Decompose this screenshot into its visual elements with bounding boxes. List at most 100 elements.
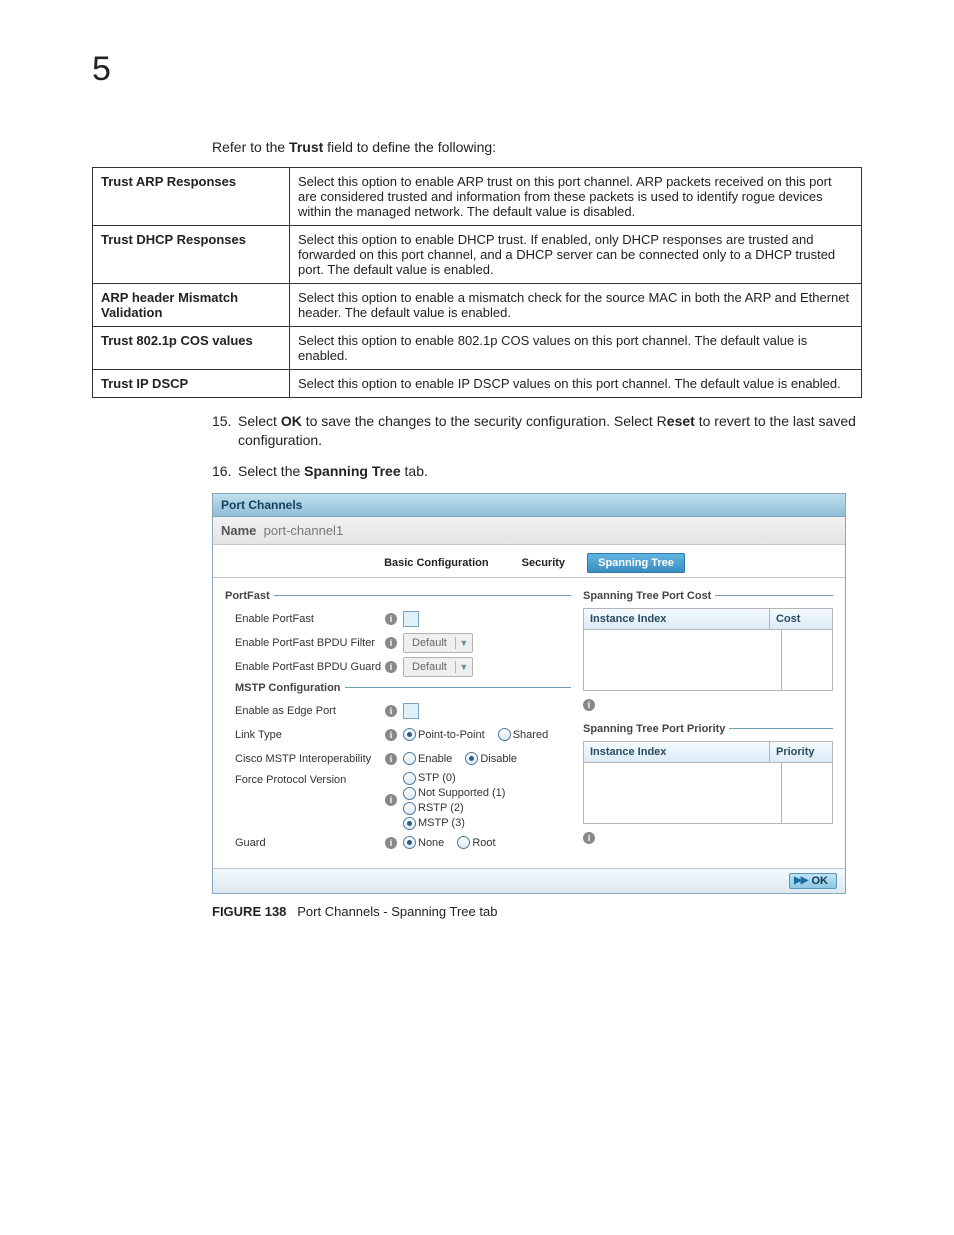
guard-none-radio[interactable]: [403, 836, 416, 849]
tab-spanning-tree[interactable]: Spanning Tree: [587, 553, 685, 573]
link-type-shared-radio[interactable]: [498, 728, 511, 741]
step-text: tab.: [401, 463, 428, 479]
field-label: Enable PortFast BPDU Guard: [235, 661, 385, 673]
cisco-interop-row: Cisco MSTP Interoperability i Enable Dis…: [235, 748, 571, 770]
tab-security[interactable]: Security: [511, 553, 576, 573]
trust-desc: Select this option to enable IP DSCP val…: [290, 370, 862, 398]
field-label: Enable as Edge Port: [235, 705, 385, 717]
panel-title: Port Channels: [213, 494, 845, 517]
guard-root-radio[interactable]: [457, 836, 470, 849]
step-bold: OK: [281, 413, 302, 429]
tab-row: Basic Configuration Security Spanning Tr…: [213, 545, 845, 578]
trust-desc: Select this option to enable 802.1p COS …: [290, 327, 862, 370]
info-icon[interactable]: i: [385, 753, 397, 765]
field-label: Cisco MSTP Interoperability: [235, 753, 385, 765]
tab-basic-configuration[interactable]: Basic Configuration: [373, 553, 500, 573]
edge-port-row: Enable as Edge Port i: [235, 700, 571, 722]
mstp-heading: MSTP Configuration: [235, 682, 571, 694]
intro-pre: Refer to the: [212, 139, 289, 155]
step-text: Select the: [238, 463, 304, 479]
table-row: Trust 802.1p COS values Select this opti…: [93, 327, 862, 370]
enable-portfast-checkbox[interactable]: [403, 611, 419, 627]
intro-bold: Trust: [289, 139, 323, 155]
ok-button[interactable]: ▶▶ OK: [789, 873, 837, 889]
field-label: Link Type: [235, 729, 385, 741]
radio-label: Enable: [418, 753, 452, 765]
trust-desc: Select this option to enable DHCP trust.…: [290, 226, 862, 284]
table-row: Trust DHCP Responses Select this option …: [93, 226, 862, 284]
trust-label: Trust 802.1p COS values: [93, 327, 290, 370]
trust-label: Trust IP DSCP: [93, 370, 290, 398]
step-text: Select: [238, 413, 281, 429]
step-bold: eset: [667, 413, 695, 429]
intro-line: Refer to the Trust field to define the f…: [212, 139, 862, 155]
forward-icon: ▶▶: [794, 875, 807, 886]
bpdu-guard-row: Enable PortFast BPDU Guard i Default ▼: [235, 656, 571, 678]
step-bold: Spanning Tree: [304, 463, 400, 479]
bpdu-filter-dropdown[interactable]: Default ▼: [403, 633, 473, 653]
column-header: Instance Index: [584, 609, 770, 629]
radio-label: Point-to-Point: [418, 729, 485, 741]
dropdown-value: Default: [404, 661, 456, 673]
radio-label: RSTP (2): [418, 802, 464, 814]
info-icon[interactable]: i: [385, 729, 397, 741]
step-list: 15. Select OK to save the changes to the…: [212, 412, 862, 481]
port-cost-heading: Spanning Tree Port Cost: [583, 590, 833, 602]
radio-label: Root: [472, 837, 495, 849]
radio-label: Not Supported (1): [418, 787, 505, 799]
trust-label: Trust ARP Responses: [93, 168, 290, 226]
info-icon[interactable]: i: [583, 699, 595, 711]
force-stp-radio[interactable]: [403, 772, 416, 785]
info-icon[interactable]: i: [583, 832, 595, 844]
trust-desc: Select this option to enable a mismatch …: [290, 284, 862, 327]
force-mstp-radio[interactable]: [403, 817, 416, 830]
edge-port-checkbox[interactable]: [403, 703, 419, 719]
chapter-number: 5: [92, 50, 862, 89]
figure-number: FIGURE 138: [212, 904, 286, 919]
step-text: to save the changes to the security conf…: [302, 413, 667, 429]
name-value: port-channel1: [260, 523, 343, 538]
info-icon[interactable]: i: [385, 661, 397, 673]
column-header: Priority: [770, 742, 832, 762]
section-label: PortFast: [225, 590, 270, 602]
section-label: Spanning Tree Port Cost: [583, 590, 711, 602]
trust-desc: Select this option to enable ARP trust o…: [290, 168, 862, 226]
guard-row: Guard i None Root: [235, 832, 571, 854]
force-ns-radio[interactable]: [403, 787, 416, 800]
force-rstp-radio[interactable]: [403, 802, 416, 815]
info-icon[interactable]: i: [385, 637, 397, 649]
radio-label: None: [418, 837, 444, 849]
table-row: Trust ARP Responses Select this option t…: [93, 168, 862, 226]
radio-label: Disable: [480, 753, 517, 765]
chevron-down-icon: ▼: [456, 662, 472, 672]
column-header: Cost: [770, 609, 832, 629]
step-number: 15.: [212, 412, 238, 450]
port-priority-table[interactable]: Instance Index Priority: [583, 741, 833, 824]
table-row: ARP header Mismatch Validation Select th…: [93, 284, 862, 327]
radio-label: STP (0): [418, 772, 456, 784]
figure-caption: FIGURE 138 Port Channels - Spanning Tree…: [212, 904, 862, 919]
info-icon[interactable]: i: [385, 837, 397, 849]
link-type-ptp-radio[interactable]: [403, 728, 416, 741]
field-label: Force Protocol Version: [235, 772, 385, 786]
radio-label: MSTP (3): [418, 817, 465, 829]
info-icon[interactable]: i: [385, 794, 397, 806]
info-icon[interactable]: i: [385, 613, 397, 625]
radio-label: Shared: [513, 729, 548, 741]
name-label: Name: [221, 523, 256, 538]
port-cost-table[interactable]: Instance Index Cost: [583, 608, 833, 691]
trust-table: Trust ARP Responses Select this option t…: [92, 167, 862, 398]
info-icon[interactable]: i: [385, 705, 397, 717]
cisco-enable-radio[interactable]: [403, 752, 416, 765]
port-channels-panel: Port Channels Name port-channel1 Basic C…: [212, 493, 846, 894]
figure-text: Port Channels - Spanning Tree tab: [297, 904, 497, 919]
cisco-disable-radio[interactable]: [465, 752, 478, 765]
section-label: MSTP Configuration: [235, 682, 341, 694]
link-type-row: Link Type i Point-to-Point Shared: [235, 724, 571, 746]
step-number: 16.: [212, 462, 238, 481]
bpdu-guard-dropdown[interactable]: Default ▼: [403, 657, 473, 677]
trust-label: ARP header Mismatch Validation: [93, 284, 290, 327]
force-version-row: Force Protocol Version i STP (0) Not Sup…: [235, 772, 571, 830]
bpdu-filter-row: Enable PortFast BPDU Filter i Default ▼: [235, 632, 571, 654]
step-16: 16. Select the Spanning Tree tab.: [212, 462, 862, 481]
